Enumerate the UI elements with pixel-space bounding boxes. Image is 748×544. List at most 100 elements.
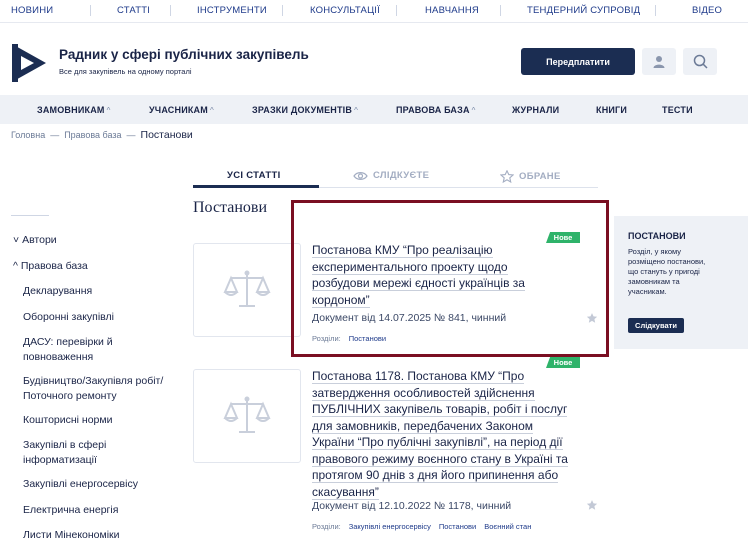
- article-title-line: України “Про публічні закупівлі”, на пер…: [312, 435, 563, 450]
- star-icon: [500, 170, 514, 183]
- brand-title[interactable]: Радник у сфері публічних закупівель: [59, 47, 309, 62]
- favorite-star-icon[interactable]: [586, 499, 598, 511]
- sidebar-item-label: інформатизації: [23, 454, 97, 466]
- sidebar-item-electricity[interactable]: Електрична енергія: [23, 503, 118, 518]
- chevron-up-icon: ^: [106, 106, 111, 115]
- sidebar-item-ministry-letters[interactable]: Листи Мінекономіки: [23, 528, 120, 543]
- sidebar-item-legal-base[interactable]: ^ Правова база: [13, 259, 88, 274]
- article-title-line: затвердження особливостей здійснення: [312, 385, 535, 401]
- top-nav-separator: [170, 5, 171, 16]
- breadcrumb-legal-base[interactable]: Правова база: [64, 130, 121, 140]
- top-nav-consultations[interactable]: КОНСУЛЬТАЦІЇ: [310, 5, 380, 16]
- sidebar-item-label: Автори: [22, 234, 57, 246]
- breadcrumb-home[interactable]: Головна: [11, 130, 45, 140]
- logo-icon[interactable]: [10, 42, 48, 84]
- top-nav-tools[interactable]: ІНСТРУМЕНТИ: [197, 5, 267, 16]
- sidebar-divider: [11, 215, 49, 216]
- tab-label: УСІ СТАТТІ: [227, 170, 281, 181]
- sidebar-item-estimate-norms[interactable]: Кошторисні норми: [23, 413, 112, 428]
- sidebar-item-declaration[interactable]: Декларування: [23, 284, 92, 299]
- main-nav-legal-base[interactable]: ПРАВОВА БАЗА ^: [396, 105, 476, 115]
- main-nav: ЗАМОВНИКАМ ^ УЧАСНИКАМ ^ ЗРАЗКИ ДОКУМЕНТІВ…: [0, 95, 748, 124]
- main-nav-books[interactable]: КНИГИ: [596, 105, 627, 115]
- sidebar-item-label: Будівництво/Закупівля робіт/: [23, 375, 164, 387]
- user-icon: [653, 55, 665, 68]
- brand-subtitle: Все для закупівель на одному порталі: [59, 67, 192, 76]
- promo-text: Розділ, у якому розміщено постанови, що …: [628, 247, 706, 296]
- top-nav-video[interactable]: ВІДЕО: [692, 5, 722, 16]
- article-title[interactable]: Постанова 1178. Постанова КМУ “Про затве…: [312, 368, 602, 500]
- sidebar-item-energy-service[interactable]: Закупівлі енергосервісу: [23, 477, 138, 492]
- sidebar-item-label: Правова база: [20, 260, 88, 272]
- highlight-frame: [291, 200, 609, 357]
- chevron-up-icon: ^: [13, 260, 18, 272]
- site-header: Радник у сфері публічних закупівель Все …: [0, 23, 748, 95]
- article-title-line: скасування”: [312, 484, 379, 500]
- breadcrumb-current: Постанови: [140, 129, 193, 141]
- main-nav-participants[interactable]: УЧАСНИКАМ ^: [149, 105, 214, 115]
- article-title-line: правового режиму воєнного стану в Україн…: [312, 451, 568, 467]
- chevron-down-icon: ˅: [13, 234, 20, 246]
- active-tab-indicator: [193, 185, 319, 188]
- breadcrumb: Головна — Правова база — Постанови: [11, 129, 193, 141]
- chevron-up-icon: ^: [354, 106, 359, 115]
- top-nav-tender[interactable]: ТЕНДЕРНИЙ СУПРОВІД: [527, 5, 640, 16]
- top-nav-training[interactable]: НАВЧАННЯ: [425, 5, 479, 16]
- main-nav-label: УЧАСНИКАМ: [149, 105, 208, 115]
- main-nav-document-samples[interactable]: ЗРАЗКИ ДОКУМЕНТІВ ^: [252, 105, 358, 115]
- chevron-up-icon: ^: [209, 106, 214, 115]
- main-nav-journals[interactable]: ЖУРНАЛИ: [512, 105, 559, 115]
- search-button[interactable]: [683, 48, 717, 75]
- page-title: Постанови: [193, 199, 268, 216]
- follow-button[interactable]: Слідкувати: [628, 318, 684, 333]
- main-nav-label: ЗРАЗКИ ДОКУМЕНТІВ: [252, 105, 353, 115]
- subscribe-button[interactable]: Передплатити: [521, 48, 635, 75]
- article-title-line: для замовників, передбачених Законом: [312, 418, 533, 434]
- scales-icon: [223, 396, 271, 433]
- main-nav-customers[interactable]: ЗАМОВНИКАМ ^: [37, 105, 111, 115]
- article-thumbnail[interactable]: [193, 243, 301, 337]
- sidebar-item-construction[interactable]: Будівництво/Закупівля робіт/Поточного ре…: [23, 374, 163, 404]
- article-tabs: УСІ СТАТТІ СЛІДКУЄТЕ ОБРАНЕ: [193, 163, 598, 188]
- article-sections: Розділи: Закупівлі енергосервісу Постанови…: [312, 522, 531, 531]
- top-nav: НОВИНИ СТАТТІ ІНСТРУМЕНТИ КОНСУЛЬТАЦІЇ Н…: [0, 0, 748, 22]
- section-tag[interactable]: Закупівлі енергосервісу: [349, 522, 431, 531]
- user-button[interactable]: [642, 48, 676, 75]
- article-thumbnail[interactable]: [193, 369, 301, 463]
- tab-all-articles[interactable]: УСІ СТАТТІ: [227, 170, 281, 181]
- sections-label: Розділи:: [312, 522, 341, 531]
- article-title-line: Постанова 1178. Постанова КМУ “Про: [312, 369, 525, 384]
- sidebar-item-defense[interactable]: Оборонні закупівлі: [23, 310, 114, 325]
- tab-favorites[interactable]: ОБРАНЕ: [500, 170, 561, 183]
- section-tag[interactable]: Воєнний стан: [484, 522, 531, 531]
- article-title-line: протягом 90 днів з дня його припинення а…: [312, 468, 559, 483]
- eye-icon: [353, 171, 368, 180]
- search-icon: [693, 54, 708, 69]
- sidebar-item-label: ДАСУ: перевірки й: [23, 336, 113, 348]
- sidebar-item-label: Поточного ремонту: [23, 390, 117, 402]
- top-nav-articles[interactable]: СТАТТІ: [117, 5, 150, 16]
- section-tag[interactable]: Постанови: [439, 522, 476, 531]
- top-nav-separator: [500, 5, 501, 16]
- promo-title: ПОСТАНОВИ: [628, 231, 686, 241]
- breadcrumb-separator: —: [50, 130, 60, 140]
- sidebar-item-label: Закупівлі в сфері: [23, 439, 107, 451]
- top-nav-separator: [396, 5, 397, 16]
- sidebar-item-informatization[interactable]: Закупівлі в сфері інформатизації: [23, 438, 106, 468]
- sidebar-item-label: повноваження: [23, 351, 94, 363]
- top-nav-separator: [90, 5, 91, 16]
- chevron-up-icon: ^: [471, 106, 476, 115]
- top-nav-separator: [282, 5, 283, 16]
- main-nav-label: ЗАМОВНИКАМ: [37, 105, 105, 115]
- main-nav-tests[interactable]: ТЕСТИ: [662, 105, 693, 115]
- top-nav-news[interactable]: НОВИНИ: [11, 5, 53, 16]
- tab-label: СЛІДКУЄТЕ: [373, 170, 430, 181]
- new-badge: Нове: [546, 357, 580, 368]
- tab-following[interactable]: СЛІДКУЄТЕ: [353, 170, 429, 181]
- sidebar-item-dasu[interactable]: ДАСУ: перевірки й повноваження: [23, 335, 113, 365]
- section-promo: ПОСТАНОВИ Розділ, у якому розміщено пост…: [614, 216, 748, 349]
- tab-label: ОБРАНЕ: [519, 171, 561, 182]
- sidebar-item-authors[interactable]: ˅ Автори: [13, 233, 57, 248]
- main-nav-label: ПРАВОВА БАЗА: [396, 105, 470, 115]
- article-meta: Документ від 12.10.2022 № 1178, чинний: [312, 500, 512, 512]
